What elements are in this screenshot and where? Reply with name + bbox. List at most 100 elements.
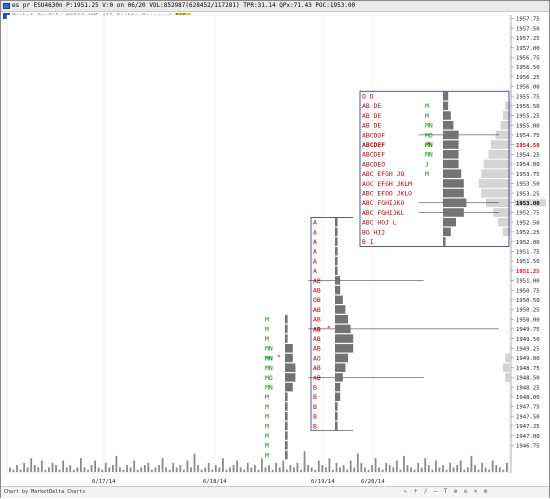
volume-bar (80, 458, 82, 472)
tpo-row-letters: A (313, 267, 317, 275)
profile-histogram-bar (443, 101, 449, 111)
volume-bar (129, 467, 132, 472)
tpo-row-letters: MN (265, 364, 273, 372)
volume-bar (303, 451, 306, 472)
profile-histogram-bar (285, 314, 288, 324)
price-tick-label: 1956.75 (516, 56, 540, 62)
volume-bar (484, 467, 487, 472)
volume-bar (200, 469, 203, 472)
volume-bar (435, 460, 437, 472)
crosshair-tool-icon[interactable]: + (411, 488, 420, 496)
volume-bar (474, 465, 476, 472)
tpo-row-letters: MN (265, 384, 273, 392)
price-tick-label: 1957.50 (516, 26, 540, 32)
profile-histogram-bar (335, 334, 354, 343)
tpo-row-letters: M (265, 403, 269, 411)
tpo-row-letters: ABC HOJ L (362, 219, 397, 227)
profile-histogram-bar (443, 111, 451, 120)
tpo-row-letters: M (265, 393, 269, 401)
composite-bar (500, 120, 510, 130)
tpo-row-letters: ABC EFGH JO (362, 170, 404, 178)
tpo-row-letters: O D (362, 93, 374, 101)
price-tick-label: 1951.00 (516, 279, 540, 285)
zoom-in-icon[interactable]: ⊕ (451, 488, 460, 496)
volume-bar (364, 467, 366, 472)
volume-bar (495, 465, 498, 472)
volume-bar (193, 453, 196, 472)
profile-histogram-bar (443, 150, 459, 159)
tpo-row-letters: ABC FGHIJKO (362, 199, 404, 207)
settings-icon[interactable]: ⚙ (481, 488, 490, 496)
volume-bar (378, 467, 380, 472)
horizontal-line-icon[interactable]: — (431, 488, 440, 496)
text-tool-icon[interactable]: T (441, 488, 450, 496)
volume-bar (197, 465, 199, 472)
profile-histogram-bar (335, 421, 338, 431)
price-tick-label: 1957.75 (516, 17, 540, 23)
tpo-row-letters: ABC FGHIJKL (362, 209, 404, 217)
volume-bar (339, 467, 341, 472)
tpo-row-letters: MN (265, 345, 273, 353)
tpo-row-letters: A (313, 219, 317, 227)
volume-bar (332, 469, 334, 472)
profile-histogram-bar (335, 314, 348, 324)
delete-icon[interactable]: × (471, 488, 480, 496)
composite-bar (490, 140, 510, 149)
tpo-row-right-letters: M (425, 112, 429, 120)
price-tick-label: 1954.75 (516, 133, 540, 139)
date-label: 6/17/14 (92, 479, 116, 485)
volume-bar (30, 458, 33, 472)
volume-bar (491, 460, 494, 472)
tpo-row-letters: M (265, 325, 269, 333)
price-tick-label: 1951.25 (516, 269, 540, 275)
tpo-row-letters: BO HIJ (362, 228, 385, 236)
volume-bar (83, 467, 86, 472)
chart-window: es pr ESU4630n P:1951.25 V:0 on 06/20 VO… (0, 0, 550, 498)
profile-histogram-bar (443, 198, 467, 208)
market-profile-chart[interactable]: 1957.75 1957.50 1957.25 1957.00 1956.75 1956.… (1, 1, 549, 486)
volume-bar (40, 460, 43, 472)
volume-bar (65, 467, 68, 472)
volume-bar (261, 458, 263, 472)
volume-bar (19, 469, 22, 472)
volume-bar (342, 465, 345, 472)
profile-histogram-bar (443, 188, 464, 198)
price-tick-label: 1947.75 (516, 405, 540, 411)
profile-histogram-bar (335, 276, 341, 285)
tpo-row-letters: AB (313, 316, 321, 324)
tpo-row-right-letters: J (425, 160, 429, 168)
price-tick-label: 1952.00 (516, 240, 540, 246)
profile-histogram-bar (335, 227, 338, 237)
volume-bar (300, 469, 302, 472)
tpo-row-letters: AB (313, 364, 321, 372)
tpo-row-letters: AB DE (362, 102, 381, 110)
volume-bar (452, 467, 455, 472)
tpo-row-letters: M (265, 422, 269, 430)
volume-bar (488, 469, 491, 472)
volume-bar (424, 458, 427, 472)
volume-bar (62, 460, 65, 472)
volume-bar (388, 465, 391, 472)
price-tick-label: 1956.00 (516, 85, 540, 91)
profile-histogram-bar (335, 217, 338, 227)
composite-bar (498, 217, 510, 227)
tpo-row-letters: ABCDOF (362, 131, 385, 139)
volume-bar (296, 462, 299, 472)
tpo-row-right-letters: MO (425, 131, 433, 139)
price-tick-label: 1950.00 (516, 317, 540, 323)
volume-bar (12, 469, 15, 472)
volume-bar (481, 462, 483, 472)
tpo-row-letters: AB (313, 325, 321, 333)
volume-bar (282, 460, 285, 472)
profile-histogram-bar (285, 392, 288, 402)
composite-bar (502, 363, 510, 373)
price-tick-label: 1952.25 (516, 230, 540, 236)
volume-bar (506, 462, 508, 472)
volume-bar (307, 465, 309, 472)
profile-histogram-bar (285, 421, 288, 431)
pointer-tool-icon[interactable]: ↖ (401, 488, 410, 496)
price-tick-label: 1949.75 (516, 327, 540, 333)
trendline-tool-icon[interactable]: ∕ (421, 488, 430, 496)
volume-bar (317, 460, 320, 472)
zoom-out-icon[interactable]: ⊖ (461, 488, 470, 496)
